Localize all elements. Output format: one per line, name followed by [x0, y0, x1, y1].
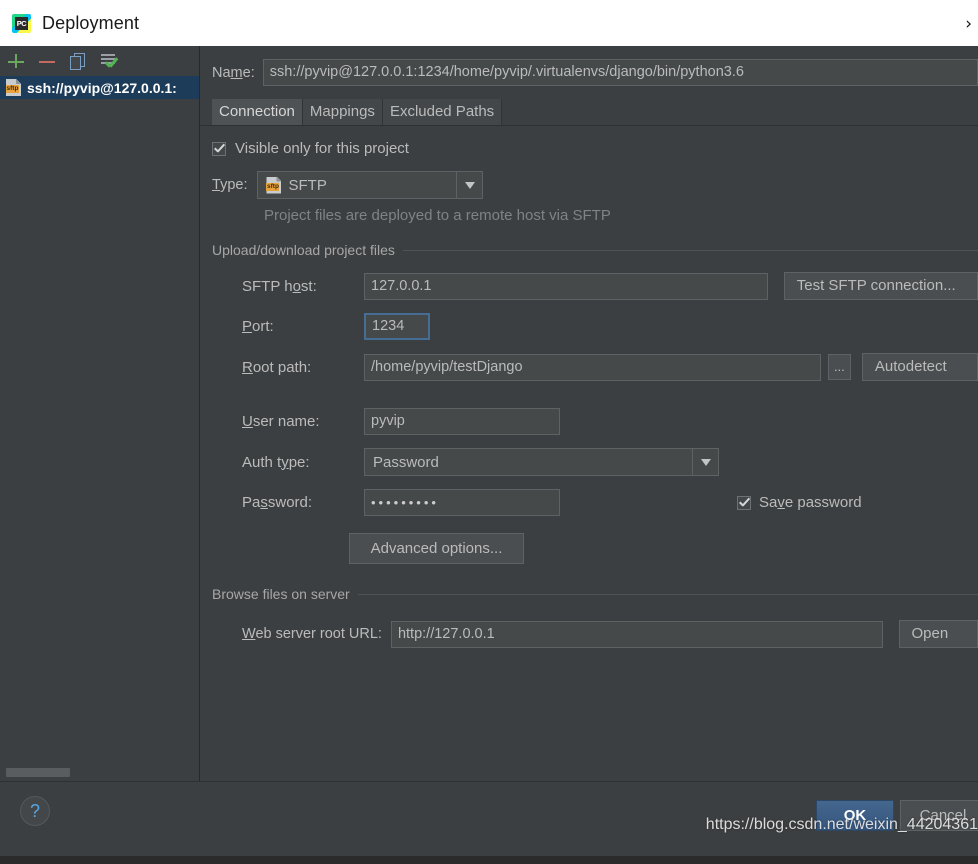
web-root-url-input[interactable]: http://127.0.0.1: [390, 620, 883, 648]
sftp-type-icon-label: sftp: [266, 182, 280, 191]
watermark: https://blog.csdn.net/weixin_44204361: [705, 816, 978, 833]
save-password-label: Save password: [759, 494, 862, 511]
use-as-default-icon[interactable]: [100, 52, 118, 70]
type-dropdown[interactable]: sftp SFTP: [257, 171, 484, 199]
type-dropdown-value: SFTP: [288, 176, 327, 194]
tab-connection[interactable]: Connection: [212, 99, 303, 125]
type-dropdown-value-wrap: sftp SFTP: [258, 172, 456, 198]
root-path-row: Root path: /home/pyvip/testDjango ... Au…: [212, 353, 978, 381]
type-row: Type: sftp SFTP: [212, 171, 978, 199]
list-item[interactable]: sftp ssh://pyvip@127.0.0.1:: [0, 76, 199, 99]
pycharm-logo-text: PC: [15, 16, 28, 30]
sftp-host-row: SFTP host: 127.0.0.1 Test SFTP connectio…: [212, 272, 978, 300]
list-item-label: ssh://pyvip@127.0.0.1:: [27, 79, 177, 96]
deployment-settings-panel: Name: ssh://pyvip@127.0.0.1:1234/home/py…: [200, 46, 978, 781]
sftp-type-icon: sftp: [266, 176, 282, 194]
browse-root-path-button[interactable]: ...: [827, 354, 851, 380]
password-input[interactable]: •••••••••: [364, 489, 560, 516]
deployment-dialog: PC Deployment › sftp ssh://pyvip@127.0.0…: [0, 0, 978, 864]
upload-group-title: Upload/download project files: [212, 242, 978, 258]
deployment-list: sftp ssh://pyvip@127.0.0.1:: [0, 76, 199, 781]
user-name-input[interactable]: pyvip: [364, 408, 560, 435]
remove-icon[interactable]: [38, 52, 56, 70]
type-hint: Project files are deployed to a remote h…: [264, 207, 611, 224]
open-url-button[interactable]: Open: [898, 620, 978, 648]
deployment-list-toolbar: [0, 46, 199, 76]
footer-strip: [0, 856, 978, 864]
save-password-checkbox[interactable]: [737, 495, 751, 510]
browse-group: Browse files on server Web server root U…: [212, 586, 978, 648]
auth-type-value: Password: [373, 453, 439, 471]
root-path-label: Root path:: [242, 358, 312, 376]
name-input[interactable]: ssh://pyvip@127.0.0.1:1234/home/pyvip/.v…: [262, 59, 978, 86]
autodetect-button[interactable]: Autodetect: [861, 353, 978, 381]
title-bar: PC Deployment ›: [0, 0, 978, 46]
test-sftp-connection-button[interactable]: Test SFTP connection...: [783, 272, 978, 300]
type-label: Type:: [212, 177, 248, 193]
upload-group-fields: SFTP host: 127.0.0.1 Test SFTP connectio…: [212, 272, 978, 564]
password-row: Password: ••••••••• Save password: [212, 489, 978, 516]
help-button[interactable]: ?: [20, 796, 50, 826]
chevron-right-icon[interactable]: ›: [965, 16, 972, 33]
sftp-file-icon: sftp: [6, 79, 21, 96]
auth-type-label: Auth type:: [242, 453, 310, 471]
window-title: Deployment: [42, 12, 140, 33]
web-root-url-label: Web server root URL:: [242, 626, 382, 642]
chevron-down-icon[interactable]: [692, 449, 718, 475]
dialog-footer: ? OK Cancel https://blog.csdn.net/weixin…: [0, 781, 978, 856]
copy-icon[interactable]: [69, 52, 87, 70]
port-row: Port: 1234: [212, 313, 978, 340]
group-divider: [402, 249, 978, 251]
visible-only-checkbox[interactable]: [212, 141, 226, 156]
password-label: Password:: [242, 494, 313, 511]
visible-only-row[interactable]: Visible only for this project: [212, 140, 978, 157]
port-label: Port:: [242, 318, 274, 335]
connection-tab-panel: Visible only for this project Type: sftp…: [200, 126, 978, 648]
sftp-host-label: SFTP host:: [242, 277, 317, 295]
tab-mappings[interactable]: Mappings: [302, 99, 383, 125]
browse-group-title: Browse files on server: [212, 586, 978, 602]
name-label: Name:: [212, 64, 255, 81]
auth-type-row: Auth type: Password: [212, 448, 978, 476]
tab-excluded-paths[interactable]: Excluded Paths: [382, 99, 503, 125]
root-path-input[interactable]: /home/pyvip/testDjango: [364, 353, 821, 381]
add-icon[interactable]: [7, 52, 25, 70]
row-spacer: [212, 394, 978, 408]
auth-type-dropdown[interactable]: Password: [364, 448, 719, 476]
group-divider: [357, 593, 978, 595]
port-input[interactable]: 1234: [364, 313, 430, 340]
pycharm-logo-icon: PC: [12, 13, 31, 33]
advanced-options-row: Advanced options...: [212, 533, 978, 564]
upload-group: Upload/download project files SFTP host:…: [212, 242, 978, 564]
horizontal-scrollbar[interactable]: [6, 768, 70, 777]
chevron-down-icon[interactable]: [456, 172, 482, 198]
user-name-row: User name: pyvip: [212, 408, 978, 435]
web-root-url-row: Web server root URL: http://127.0.0.1 Op…: [212, 620, 978, 648]
advanced-options-button[interactable]: Advanced options...: [349, 533, 524, 564]
name-row: Name: ssh://pyvip@127.0.0.1:1234/home/py…: [200, 46, 978, 86]
user-name-label: User name:: [242, 413, 320, 430]
settings-tabs: Connection Mappings Excluded Paths: [212, 99, 978, 125]
save-password-row[interactable]: Save password: [737, 494, 862, 511]
sftp-icon-label: sftp: [6, 85, 19, 93]
dialog-body: sftp ssh://pyvip@127.0.0.1: Name: ssh://…: [0, 46, 978, 781]
sftp-host-input[interactable]: 127.0.0.1: [364, 272, 768, 300]
visible-only-label: Visible only for this project: [235, 140, 409, 157]
deployment-list-panel: sftp ssh://pyvip@127.0.0.1:: [0, 46, 200, 781]
